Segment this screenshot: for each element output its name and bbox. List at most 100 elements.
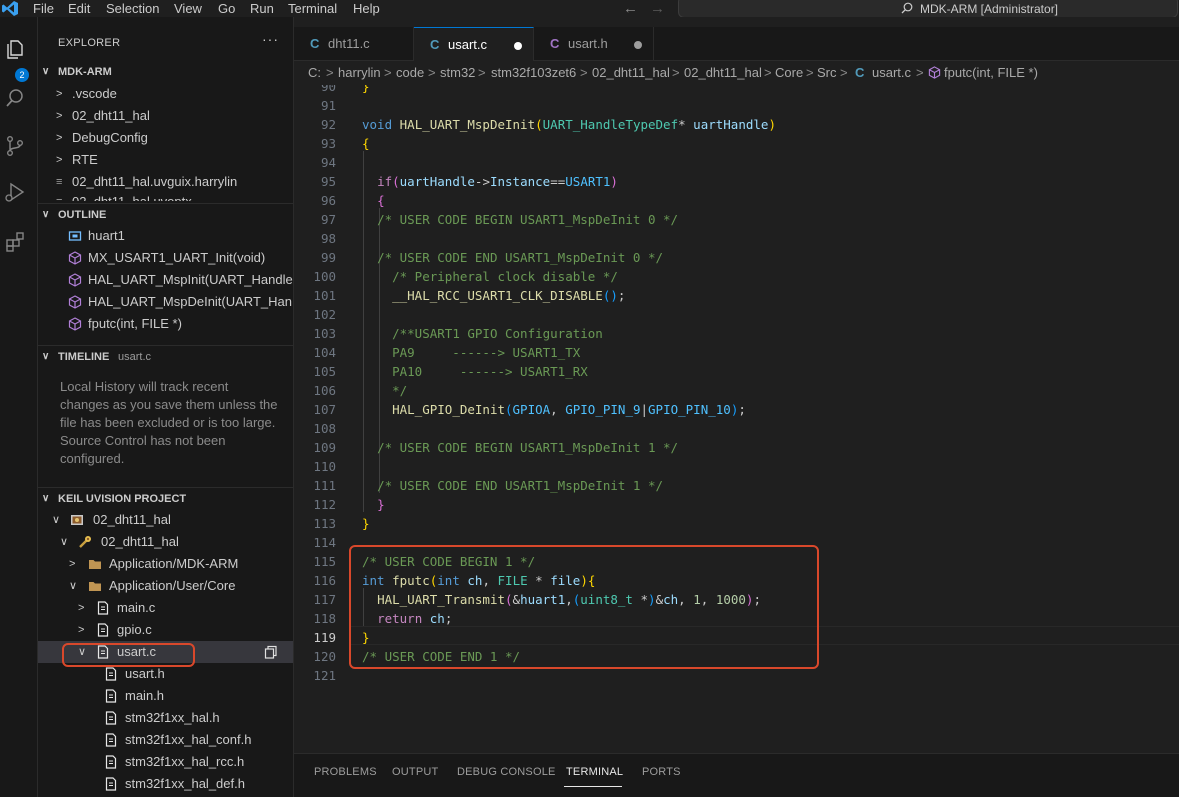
menu-file[interactable]: File: [33, 0, 54, 17]
panel-tab-problems[interactable]: PROBLEMS: [314, 766, 377, 778]
more-actions-icon[interactable]: ···: [262, 31, 279, 47]
tree-item-label: .vscode: [72, 86, 117, 101]
source-control-icon[interactable]: [4, 135, 26, 157]
line-number: 109: [313, 440, 336, 455]
line-number: 90: [320, 85, 336, 94]
copy-icon[interactable]: [264, 645, 278, 659]
keil-item-project[interactable]: ∨ 02_dht11_hal: [38, 509, 293, 531]
keil-file-stm32f1xx-hal-def-h[interactable]: stm32f1xx_hal_def.h: [38, 773, 293, 795]
line-number: 121: [313, 668, 336, 683]
menu-terminal[interactable]: Terminal: [288, 0, 337, 17]
outline-item-fputc[interactable]: fputc(int, FILE *): [38, 313, 293, 335]
code-line: */: [362, 383, 408, 398]
tree-item-02-dht11-hal[interactable]: > 02_dht11_hal: [38, 105, 293, 127]
breadcrumb-item[interactable]: 02_dht11_hal: [684, 61, 762, 85]
tree-item-label: DebugConfig: [72, 130, 148, 145]
search-icon[interactable]: [4, 87, 26, 109]
outline-item-hal-uart-mspdeinit[interactable]: HAL_UART_MspDeInit(UART_Han...: [38, 291, 293, 313]
keil-file-main-c[interactable]: > main.c: [38, 597, 293, 619]
file-icon: [105, 755, 117, 769]
tree-item-uvguix[interactable]: ≡ 02_dht11_hal.uvguix.harrylin: [38, 171, 293, 193]
menu-edit[interactable]: Edit: [68, 0, 90, 17]
line-number: 95: [320, 174, 336, 189]
keil-group-application-user-core[interactable]: ∨ Application/User/Core: [38, 575, 293, 597]
breadcrumb-item[interactable]: stm32: [440, 61, 475, 85]
outline-item-label: HAL_UART_MspDeInit(UART_Han...: [88, 294, 293, 309]
back-arrow-icon[interactable]: ←: [623, 0, 638, 17]
line-number: 116: [313, 573, 336, 588]
extensions-icon[interactable]: [4, 231, 26, 253]
keil-item-target[interactable]: ∨ 02_dht11_hal: [38, 531, 293, 553]
breadcrumb-item[interactable]: usart.c: [872, 61, 911, 85]
menu-selection[interactable]: Selection: [106, 0, 159, 17]
section-label: MDK-ARM: [58, 66, 112, 78]
vscode-window: File Edit Selection View Go Run Terminal…: [0, 0, 1179, 797]
line-number: 110: [313, 459, 336, 474]
sidebar: EXPLORER ··· ∨ MDK-ARM > .vscode > 02_dh…: [38, 17, 294, 797]
tree-item-debugconfig[interactable]: > DebugConfig: [38, 127, 293, 149]
section-label: OUTLINE: [58, 209, 107, 221]
menu-run[interactable]: Run: [250, 0, 274, 17]
command-center[interactable]: MDK-ARM [Administrator]: [678, 0, 1178, 18]
menu-view[interactable]: View: [174, 0, 202, 17]
keil-file-stm32f1xx-hal-h[interactable]: stm32f1xx_hal.h: [38, 707, 293, 729]
keil-file-stm32f1xx-hal-conf-h[interactable]: stm32f1xx_hal_conf.h: [38, 729, 293, 751]
forward-arrow-icon[interactable]: →: [650, 0, 665, 17]
breadcrumb-separator-icon: >: [806, 65, 814, 80]
active-tab-indicator: [564, 786, 622, 787]
breadcrumb-separator-icon: >: [672, 65, 680, 80]
breadcrumb-item[interactable]: code: [396, 61, 424, 85]
panel-tab-debug-console[interactable]: DEBUG CONSOLE: [457, 766, 556, 778]
panel-tab-ports[interactable]: PORTS: [642, 766, 681, 778]
unsaved-dot-icon[interactable]: [514, 42, 522, 50]
outline-item-mx-usart1-uart-init[interactable]: MX_USART1_UART_Init(void): [38, 247, 293, 269]
breadcrumb-item[interactable]: stm32f103zet6: [491, 61, 576, 85]
breadcrumb-item[interactable]: C:: [308, 61, 321, 85]
line-number: 98: [320, 231, 336, 246]
unsaved-dot-icon[interactable]: [634, 41, 642, 49]
keil-file-main-h[interactable]: main.h: [38, 685, 293, 707]
keil-item-label: Application/MDK-ARM: [109, 556, 239, 571]
bottom-panel: PROBLEMS OUTPUT DEBUG CONSOLE TERMINAL P…: [294, 753, 1179, 797]
c-file-icon: C: [550, 36, 560, 51]
vscode-logo-icon: [2, 1, 18, 16]
tree-item-rte[interactable]: > RTE: [38, 149, 293, 171]
section-keil-uvision-project[interactable]: ∨ KEIL UVISION PROJECT: [38, 488, 293, 510]
menu-help[interactable]: Help: [353, 0, 380, 17]
breadcrumb-item[interactable]: 02_dht11_hal: [592, 61, 670, 85]
line-number: 105: [313, 364, 336, 379]
keil-file-gpio-c[interactable]: > gpio.c: [38, 619, 293, 641]
chevron-right-icon: >: [78, 602, 85, 614]
tab-dht11-c[interactable]: C dht11.c: [294, 27, 414, 61]
menu-go[interactable]: Go: [218, 0, 235, 17]
breadcrumb-item[interactable]: Src: [817, 61, 837, 85]
code-line: HAL_GPIO_DeInit(GPIOA, GPIO_PIN_9|GPIO_P…: [392, 402, 746, 417]
breadcrumb-item[interactable]: Core: [775, 61, 803, 85]
code-line: PA10 ------> USART1_RX: [362, 364, 588, 379]
section-timeline[interactable]: ∨ TIMELINE usart.c: [38, 346, 293, 368]
outline-item-hal-uart-mspinit[interactable]: HAL_UART_MspInit(UART_Handle...: [38, 269, 293, 291]
outline-item-huart1[interactable]: huart1: [38, 225, 293, 247]
outline-item-label: huart1: [88, 228, 125, 243]
keil-group-application-mdk-arm[interactable]: > Application/MDK-ARM: [38, 553, 293, 575]
tree-item-uvoptx[interactable]: ≡ 02_dht11_hal.uvoptx: [38, 191, 293, 201]
explorer-files-icon[interactable]: [4, 38, 26, 60]
section-outline[interactable]: ∨ OUTLINE: [38, 204, 293, 226]
tree-item-vscode[interactable]: > .vscode: [38, 83, 293, 105]
breadcrumb-item[interactable]: fputc(int, FILE *): [944, 61, 1038, 85]
keil-file-stm32f1xx-hal-rcc-h[interactable]: stm32f1xx_hal_rcc.h: [38, 751, 293, 773]
timeline-message: Local History will track recent changes …: [60, 379, 278, 466]
panel-tab-terminal[interactable]: TERMINAL: [566, 766, 623, 778]
tab-usart-h[interactable]: C usart.h: [534, 27, 654, 61]
code-line: }: [377, 497, 385, 512]
folder-icon: [89, 582, 101, 591]
line-number-current: 119: [313, 630, 336, 645]
panel-tab-output[interactable]: OUTPUT: [392, 766, 438, 778]
tab-usart-c[interactable]: C usart.c: [414, 27, 534, 61]
line-number: 92: [320, 117, 336, 132]
section-mdk-arm[interactable]: ∨ MDK-ARM: [38, 61, 293, 83]
run-debug-icon[interactable]: [4, 181, 26, 203]
keil-item-label: Application/User/Core: [109, 578, 236, 593]
outline-item-label: MX_USART1_UART_Init(void): [88, 250, 266, 265]
breadcrumb-item[interactable]: harrylin: [338, 61, 381, 85]
